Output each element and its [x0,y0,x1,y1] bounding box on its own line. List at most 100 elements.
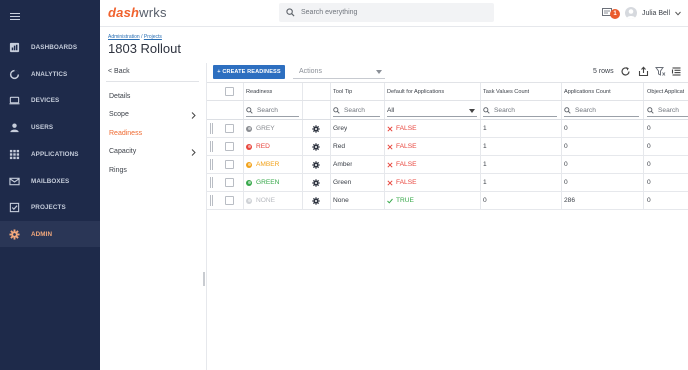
row-checkbox[interactable] [225,124,234,133]
table-row[interactable]: NONE None TRUE 0 286 0 [207,192,688,210]
create-readiness-button[interactable]: + CREATE READINESS [213,65,285,79]
column-header-task-values[interactable]: Task Values Count [483,83,529,100]
row-count: 5 rows [593,68,614,75]
column-header-tooltip[interactable]: Tool Tip [333,83,352,100]
default-value: FALSE [396,179,417,186]
row-drag-handle[interactable] [210,141,213,152]
search-icon [483,106,490,114]
task-values-filter-input[interactable]: Search [483,104,557,117]
table-row[interactable]: GREY Grey FALSE 1 0 0 [207,120,688,138]
gear-icon[interactable] [312,124,320,133]
subnav-item-readiness[interactable]: Readiness [109,130,142,137]
nav-label-users: USERS [31,123,54,131]
readiness-color-dot [246,161,252,168]
subnav-item-scope[interactable]: Scope [109,111,129,118]
readiness-color-dot [246,143,252,150]
readiness-cell[interactable]: RED [246,138,270,155]
actions-dropdown[interactable]: Actions [293,65,385,79]
select-all-checkbox[interactable] [225,87,234,96]
default-filter-select[interactable]: All [387,104,477,117]
table-row[interactable]: AMBER Amber FALSE 1 0 0 [207,156,688,174]
nav-item-dashboards[interactable]: DASHBOARDS [0,34,100,60]
column-header-app-count[interactable]: Applications Count [564,83,611,100]
default-value: TRUE [396,197,414,204]
row-drag-handle[interactable] [210,123,213,134]
subnav-item-details[interactable]: Details [109,93,130,100]
row-checkbox[interactable] [225,196,234,205]
global-search-input[interactable]: Search everything [279,3,494,22]
default-cell: FALSE [387,120,417,137]
resize-handle[interactable] [203,272,205,286]
app-count-cell: 0 [564,125,568,132]
readiness-label: NONE [256,197,276,204]
tooltip-cell: Red [333,143,346,150]
breadcrumb-link-projects[interactable]: Projects [144,34,162,40]
filter-placeholder: Search [344,106,365,114]
column-header-readiness[interactable]: Readiness [246,83,272,100]
readiness-cell[interactable]: GREY [246,120,275,137]
export-icon[interactable] [638,66,649,77]
row-drag-handle[interactable] [210,195,213,206]
dashworks-logo[interactable]: dashwrks [108,5,167,20]
column-settings-icon[interactable] [671,66,682,77]
readiness-label: GREEN [256,179,280,186]
default-cell: FALSE [387,138,417,155]
tooltip-cell: Grey [333,125,348,132]
row-checkbox[interactable] [225,178,234,187]
nav-item-applications[interactable]: APPLICATIONS [0,141,100,167]
page-title: 1803 Rollout [108,41,181,56]
gear-icon[interactable] [312,178,320,187]
default-cell: FALSE [387,156,417,173]
nav-item-projects[interactable]: PROJECTS [0,194,100,220]
back-link[interactable]: < Back [108,68,130,75]
subnav-item-capacity[interactable]: Capacity [109,148,136,155]
readiness-cell[interactable]: GREEN [246,174,279,191]
row-checkbox[interactable] [225,160,234,169]
breadcrumb-link-administration[interactable]: Administration [108,34,140,40]
filter-placeholder: Search [257,106,278,114]
readiness-grid: Readiness Tool Tip Default for Applicati… [207,82,688,212]
filter-placeholder: Search [658,106,679,114]
column-header-default[interactable]: Default for Applications [387,83,444,100]
gear-icon[interactable] [312,196,320,205]
nav-item-admin[interactable]: ADMIN [0,221,100,247]
chevron-right-icon[interactable] [191,112,196,119]
nav-item-mailboxes[interactable]: MAILBOXES [0,168,100,194]
nav-label-projects: PROJECTS [31,203,66,211]
projects-icon [9,202,20,213]
row-drag-handle[interactable] [210,177,213,188]
task-count-cell: 1 [483,179,487,186]
row-checkbox[interactable] [225,142,234,151]
cross-icon [387,179,393,186]
chevron-down-icon[interactable] [675,11,681,16]
tooltip-filter-input[interactable]: Search [333,104,380,117]
gear-icon[interactable] [312,160,320,169]
nav-item-users[interactable]: USERS [0,114,100,140]
nav-item-devices[interactable]: DEVICES [0,87,100,113]
check-icon [387,198,393,204]
hamburger-menu-icon[interactable] [10,13,20,21]
breadcrumb: Administration / Projects [108,34,162,40]
gear-icon[interactable] [312,142,320,151]
clear-filter-icon[interactable] [655,66,666,77]
grid-toolbar: + CREATE READINESS Actions 5 rows [207,63,688,82]
readiness-cell[interactable]: NONE [246,192,275,209]
chevron-right-icon[interactable] [191,149,196,156]
table-row[interactable]: GREEN Green FALSE 1 0 0 [207,174,688,192]
column-header-object-applications[interactable]: Object Applicat [647,83,684,100]
row-drag-handle[interactable] [210,159,213,170]
user-name[interactable]: Julia Bell [642,10,670,17]
cross-icon [387,125,393,132]
notification-badge[interactable]: 1 [610,9,620,19]
logo-part-rks: rks [148,5,167,20]
readiness-filter-input[interactable]: Search [246,104,299,117]
subnav-item-rings[interactable]: Rings [109,167,127,174]
avatar[interactable] [625,7,637,19]
nav-item-analytics[interactable]: ANALYTICS [0,61,100,87]
table-row[interactable]: RED Red FALSE 1 0 0 [207,138,688,156]
readiness-color-dot [246,125,252,132]
readiness-cell[interactable]: AMBER [246,156,279,173]
refresh-icon[interactable] [620,66,631,77]
app-count-filter-input[interactable]: Search [564,104,639,117]
object-applications-filter-input[interactable]: Search [647,104,688,117]
